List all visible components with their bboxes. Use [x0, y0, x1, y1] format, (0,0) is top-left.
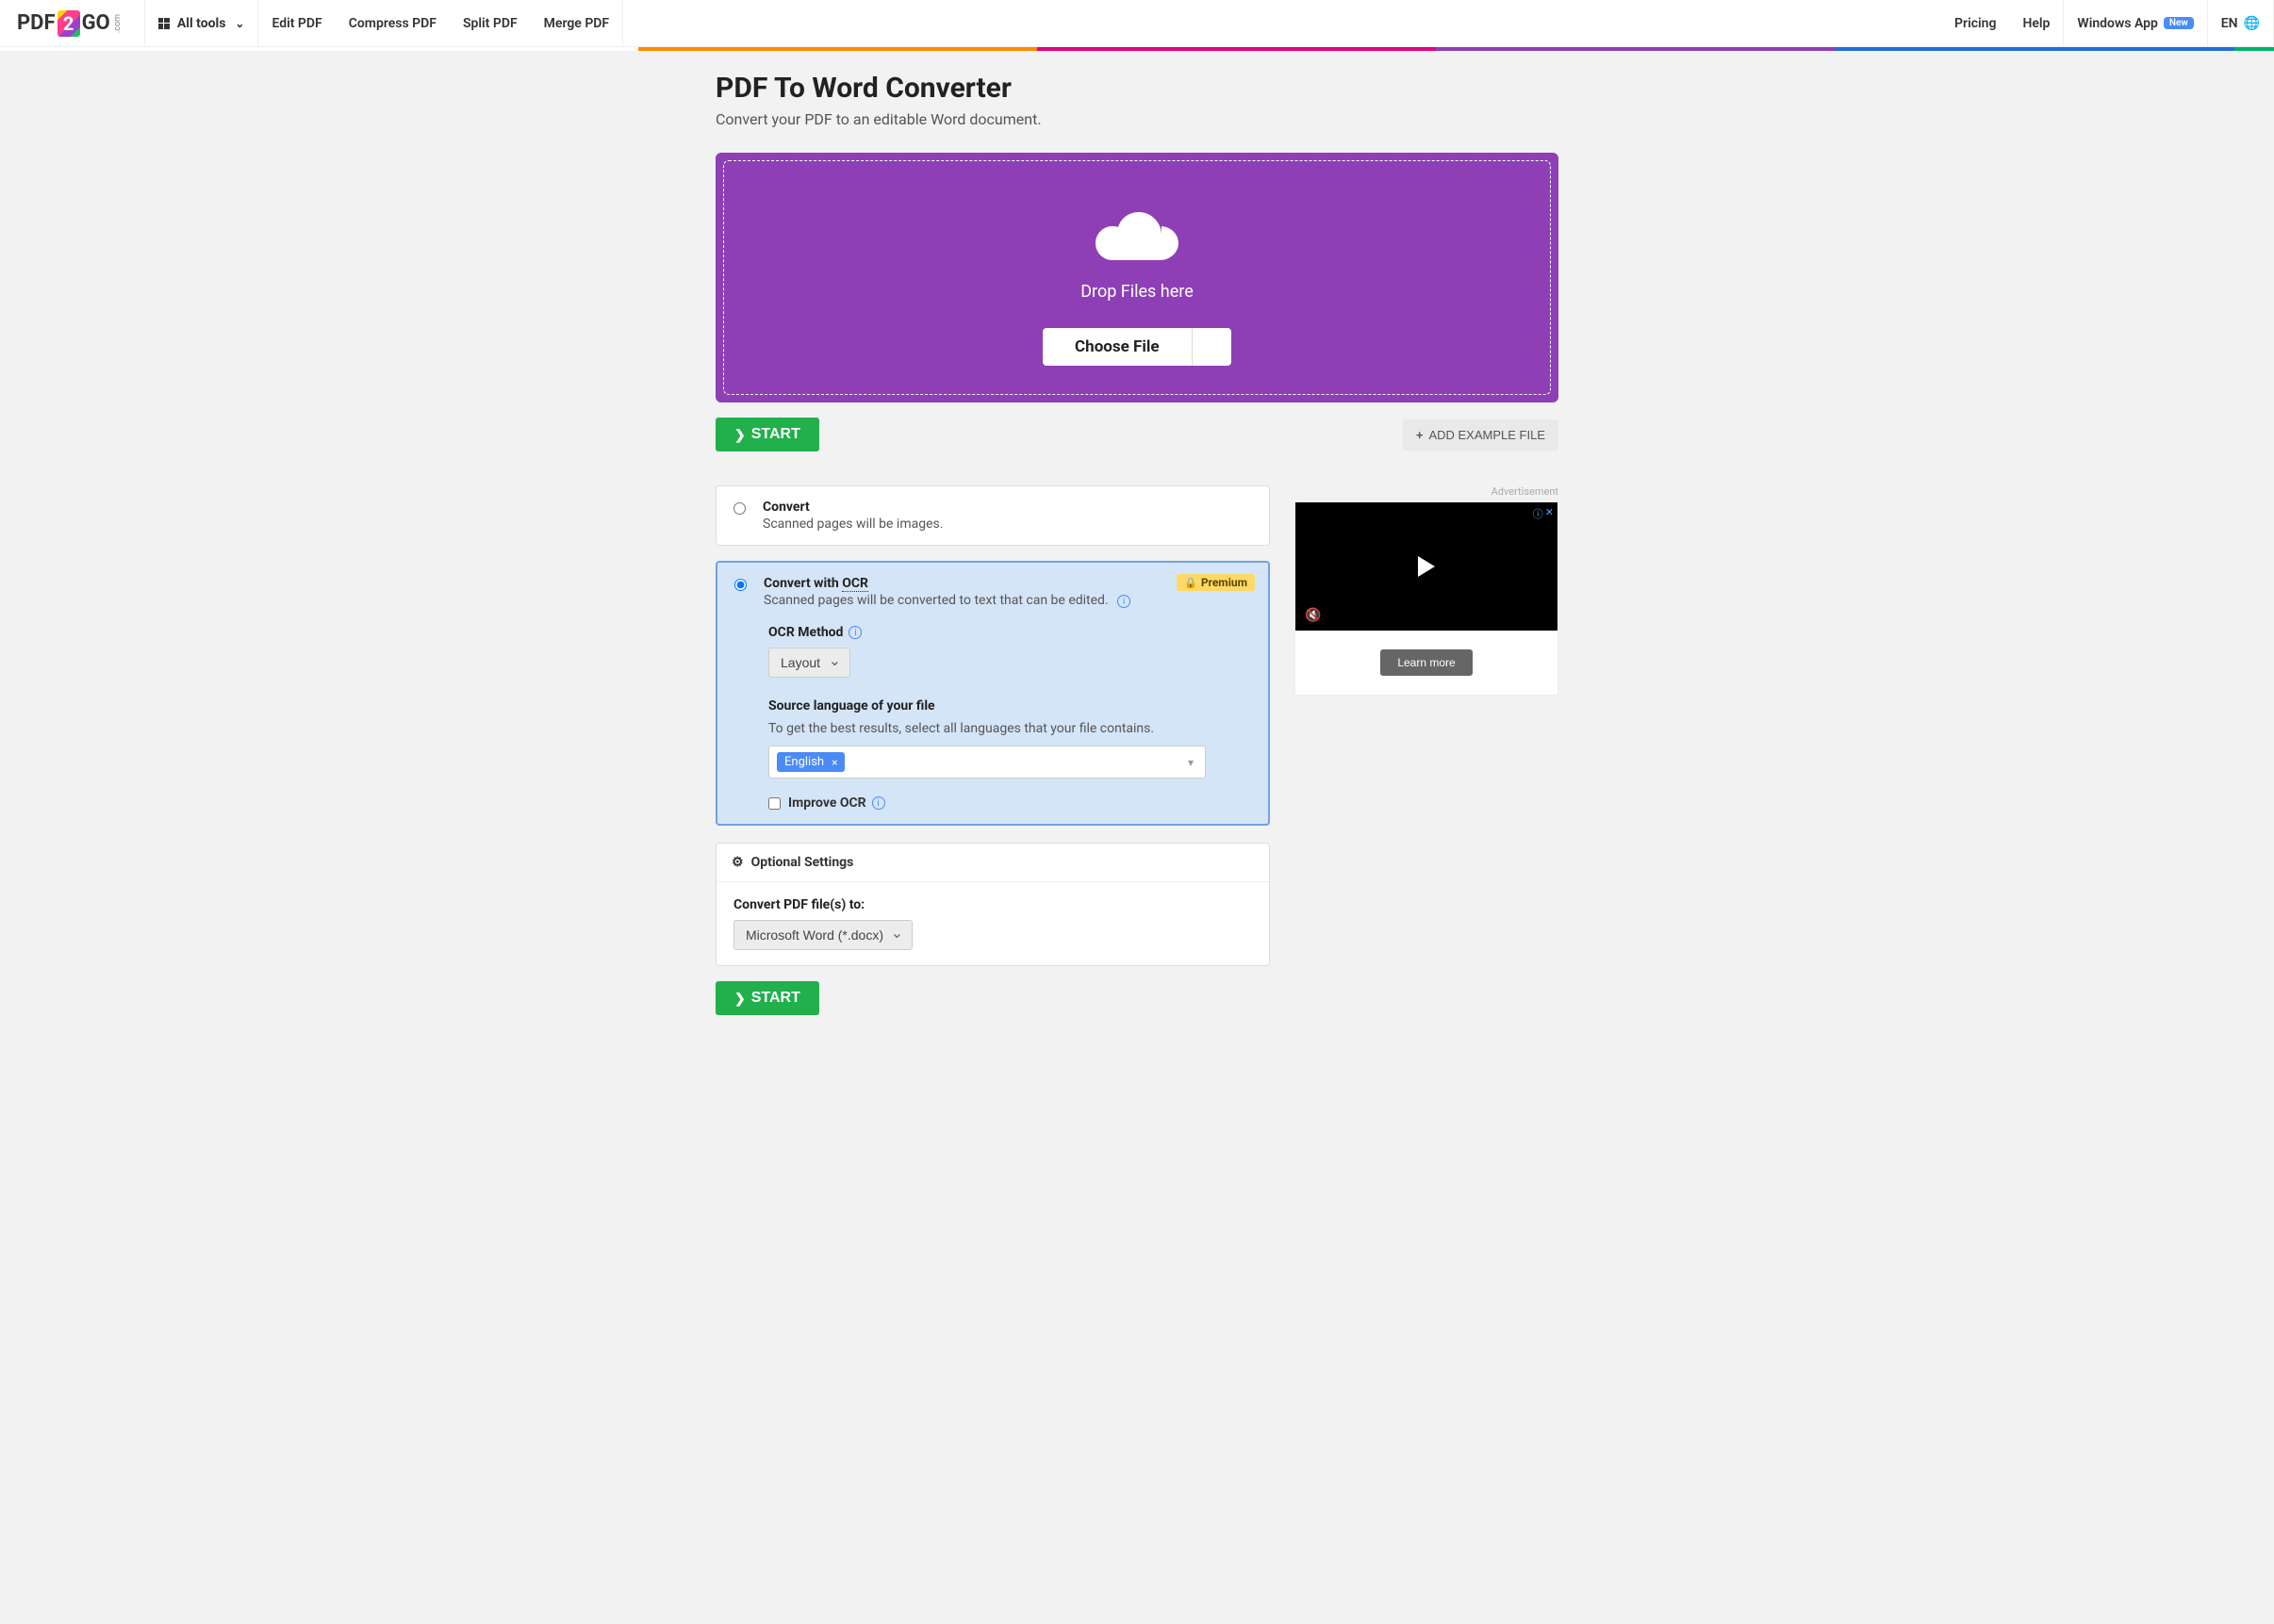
optional-settings-card: ⚙ Optional Settings Convert PDF file(s) …: [716, 843, 1270, 966]
ocr-method-label: OCR Method i: [768, 625, 1251, 640]
nav-compress-pdf[interactable]: Compress PDF: [336, 0, 450, 46]
chevron-right-icon: ❯: [734, 427, 746, 443]
language-selector[interactable]: EN 🌐: [2208, 0, 2273, 46]
grid-icon: [158, 18, 170, 29]
optional-settings-header: ⚙ Optional Settings: [717, 844, 1269, 882]
convert-to-label: Convert PDF file(s) to:: [733, 897, 1252, 912]
ad-box[interactable]: ⓘ✕ 🔇 Learn more: [1294, 501, 1558, 696]
page-title: PDF To Word Converter: [716, 72, 1558, 105]
improve-ocr-checkbox[interactable]: [768, 797, 781, 810]
cloud-upload-icon: [1096, 208, 1178, 269]
play-icon[interactable]: [1418, 556, 1435, 577]
ad-cta-button[interactable]: Learn more: [1380, 649, 1472, 676]
gear-icon: ⚙: [732, 855, 744, 870]
plus-icon: +: [1416, 428, 1424, 442]
convert-ocr-option-card: 🔒 Premium Convert with OCR Scanned pages…: [716, 561, 1270, 826]
chevron-down-icon: ⌄: [1206, 338, 1218, 356]
nav-pricing[interactable]: Pricing: [1941, 0, 2009, 46]
mute-icon[interactable]: 🔇: [1305, 608, 1321, 623]
ad-label: Advertisement: [1294, 485, 1558, 498]
logo-com: .com: [113, 13, 123, 32]
info-icon[interactable]: i: [849, 626, 862, 639]
nav-split-pdf[interactable]: Split PDF: [450, 0, 531, 46]
all-tools-menu[interactable]: All tools ⌄: [145, 0, 258, 46]
convert-title: Convert: [763, 500, 1252, 515]
choose-file-caret[interactable]: ⌄: [1192, 328, 1231, 366]
start-button-top[interactable]: ❯ START: [716, 418, 819, 451]
convert-option[interactable]: Convert Scanned pages will be images.: [717, 486, 1269, 545]
new-badge: New: [2164, 17, 2194, 29]
chevron-right-icon: ❯: [734, 991, 746, 1007]
info-icon[interactable]: i: [1117, 595, 1130, 608]
gradient-bar: [0, 47, 2274, 51]
convert-ocr-radio[interactable]: [734, 579, 747, 591]
logo-pre: PDF: [17, 11, 56, 35]
convert-desc: Scanned pages will be images.: [763, 517, 1252, 532]
add-example-button[interactable]: + ADD EXAMPLE FILE: [1403, 419, 1558, 451]
logo-mid: 2: [58, 10, 80, 37]
all-tools-label: All tools: [177, 16, 226, 31]
logo-post: GO: [82, 11, 110, 35]
convert-ocr-option[interactable]: Convert with OCR Scanned pages will be c…: [734, 576, 1251, 608]
ocr-method-select[interactable]: Layout: [768, 648, 850, 678]
nav-help[interactable]: Help: [2009, 0, 2063, 46]
header: PDF2GO.com All tools ⌄ Edit PDF Compress…: [0, 0, 2274, 47]
ocr-desc: Scanned pages will be converted to text …: [764, 593, 1251, 608]
info-icon[interactable]: i: [872, 796, 885, 810]
source-lang-combo[interactable]: English × ▾: [768, 746, 1206, 779]
improve-ocr-label: Improve OCR: [788, 796, 866, 811]
convert-option-card: Convert Scanned pages will be images.: [716, 485, 1270, 546]
convert-radio[interactable]: [733, 502, 746, 515]
source-lang-desc: To get the best results, select all lang…: [768, 721, 1251, 736]
source-lang-label: Source language of your file: [768, 698, 1251, 714]
dropzone[interactable]: Drop Files here Choose File ⌄: [716, 153, 1558, 402]
logo[interactable]: PDF2GO.com: [0, 0, 145, 46]
nav-windows-app[interactable]: Windows App New: [2064, 0, 2206, 46]
ad-corner-icons[interactable]: ⓘ✕: [1533, 506, 1554, 521]
caret-down-icon: ▾: [1188, 756, 1197, 769]
nav-edit-pdf[interactable]: Edit PDF: [258, 0, 335, 46]
convert-to-select[interactable]: Microsoft Word (*.docx): [733, 920, 913, 950]
page-subtitle: Convert your PDF to an editable Word doc…: [716, 110, 1558, 128]
chevron-down-icon: ⌄: [235, 17, 244, 30]
lang-tag: English ×: [777, 752, 845, 772]
remove-lang-icon[interactable]: ×: [832, 756, 837, 769]
choose-file-button[interactable]: Choose File: [1043, 328, 1191, 366]
globe-icon: 🌐: [2244, 16, 2260, 31]
lock-icon: 🔒: [1184, 577, 1197, 589]
start-button-bottom[interactable]: ❯ START: [716, 981, 819, 1015]
nav-merge-pdf[interactable]: Merge PDF: [531, 0, 622, 46]
ad-video: ⓘ✕ 🔇: [1295, 502, 1557, 631]
premium-badge: 🔒 Premium: [1177, 574, 1255, 591]
drop-text: Drop Files here: [724, 282, 1550, 302]
